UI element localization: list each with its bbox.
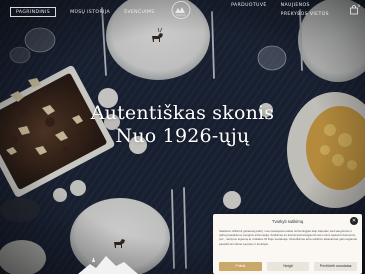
- nav-news-link[interactable]: Naujienos: [281, 3, 329, 8]
- cookie-dialog-text: Siekdami užtikrinti geriausią patirtį, m…: [219, 229, 357, 246]
- cookie-dialog-title: Tvarkyti sutikimą: [271, 219, 304, 224]
- nav-shop-link[interactable]: Parduotuvė: [231, 3, 267, 8]
- main-nav-left: Pagrindinis Mūsų istorija Švenčiams: [10, 7, 155, 17]
- nav-stores-link[interactable]: Prekybos vietos: [281, 12, 329, 17]
- hero-title-line1: Autentiškas skonis: [90, 102, 275, 124]
- nav-home-link[interactable]: Pagrindinis: [10, 7, 57, 17]
- accept-cookies-button[interactable]: Priimti: [219, 262, 262, 271]
- brand-logo[interactable]: [170, 0, 192, 20]
- mountain-decoration-icon: [78, 256, 138, 274]
- hero-headline: Autentiškas skonis Nuo 1926-ųjų: [0, 102, 365, 148]
- main-nav-right: Parduotuvė Naujienos Prekybos vietos: [231, 3, 343, 17]
- logo-icon: [171, 1, 191, 19]
- cart-count-badge: 0: [357, 3, 360, 8]
- nav-holidays-link[interactable]: Švenčiams: [124, 10, 155, 15]
- close-icon[interactable]: ✕: [350, 217, 358, 225]
- hero-title-line2: Nuo 1926-ųjų: [115, 125, 250, 147]
- cart-button[interactable]: 0: [349, 3, 361, 15]
- deny-cookies-button[interactable]: Neigti: [266, 262, 310, 271]
- view-preferences-button[interactable]: Peržiūrėti nuostatas: [314, 262, 358, 271]
- cookie-consent-dialog: Tvarkyti sutikimą ✕ Siekdami užtikrinti …: [213, 214, 362, 274]
- cookie-button-row: Priimti Neigti Peržiūrėti nuostatas: [219, 262, 358, 271]
- nav-history-link[interactable]: Mūsų istorija: [70, 10, 110, 15]
